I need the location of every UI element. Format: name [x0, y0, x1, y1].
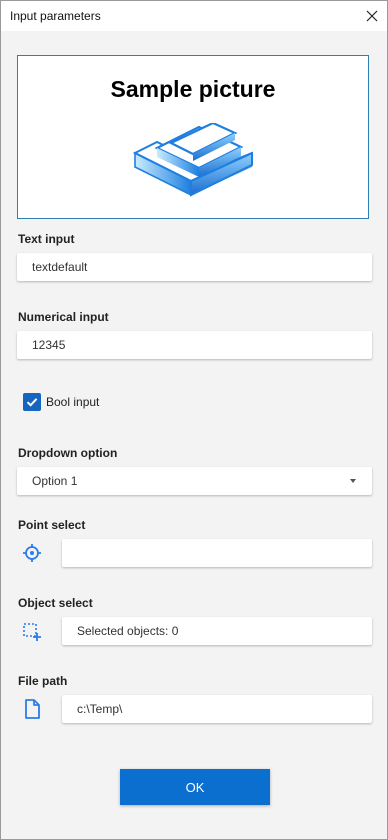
object-select-field[interactable]: Selected objects: 0: [62, 617, 372, 645]
ok-button[interactable]: OK: [120, 769, 270, 805]
file-path-field[interactable]: c:\Temp\: [62, 695, 372, 723]
sample-picture-title: Sample picture: [110, 76, 276, 102]
crosshair-icon: [23, 544, 41, 562]
point-select-field[interactable]: [62, 539, 372, 567]
text-input-label: Text input: [18, 232, 75, 246]
point-select-button[interactable]: [21, 542, 43, 564]
dialog-window: Input parameters Sample picture Text inp…: [0, 0, 388, 840]
file-browse-button[interactable]: [21, 698, 43, 720]
file-path-label: File path: [18, 674, 68, 688]
file-path-value: c:\Temp\: [77, 702, 123, 716]
chevron-down-icon: [350, 479, 356, 483]
numerical-input-label: Numerical input: [18, 310, 109, 324]
numerical-input-value: 12345: [32, 338, 66, 352]
close-button[interactable]: [357, 1, 387, 31]
dropdown-select[interactable]: Option 1: [17, 467, 372, 495]
sample-logo-image: [132, 123, 253, 197]
dropdown-selected-value: Option 1: [32, 474, 78, 488]
dropdown-label: Dropdown option: [18, 446, 118, 460]
object-select-label: Object select: [18, 596, 93, 610]
checkmark-icon: [26, 398, 38, 407]
point-select-label: Point select: [18, 518, 86, 532]
select-add-icon: [23, 623, 41, 641]
close-icon: [366, 10, 378, 22]
object-select-value: Selected objects: 0: [77, 624, 179, 638]
bool-input-checkbox[interactable]: [23, 393, 41, 411]
sample-picture-panel: Sample picture: [17, 55, 369, 219]
object-select-button[interactable]: [21, 621, 43, 643]
text-input-field[interactable]: textdefault: [17, 253, 372, 281]
text-input-value: textdefault: [32, 260, 88, 274]
title-bar: Input parameters: [1, 1, 387, 31]
file-icon: [25, 699, 40, 719]
bool-input-label[interactable]: Bool input: [46, 395, 99, 409]
window-title: Input parameters: [10, 9, 101, 23]
numerical-input-field[interactable]: 12345: [17, 331, 372, 359]
